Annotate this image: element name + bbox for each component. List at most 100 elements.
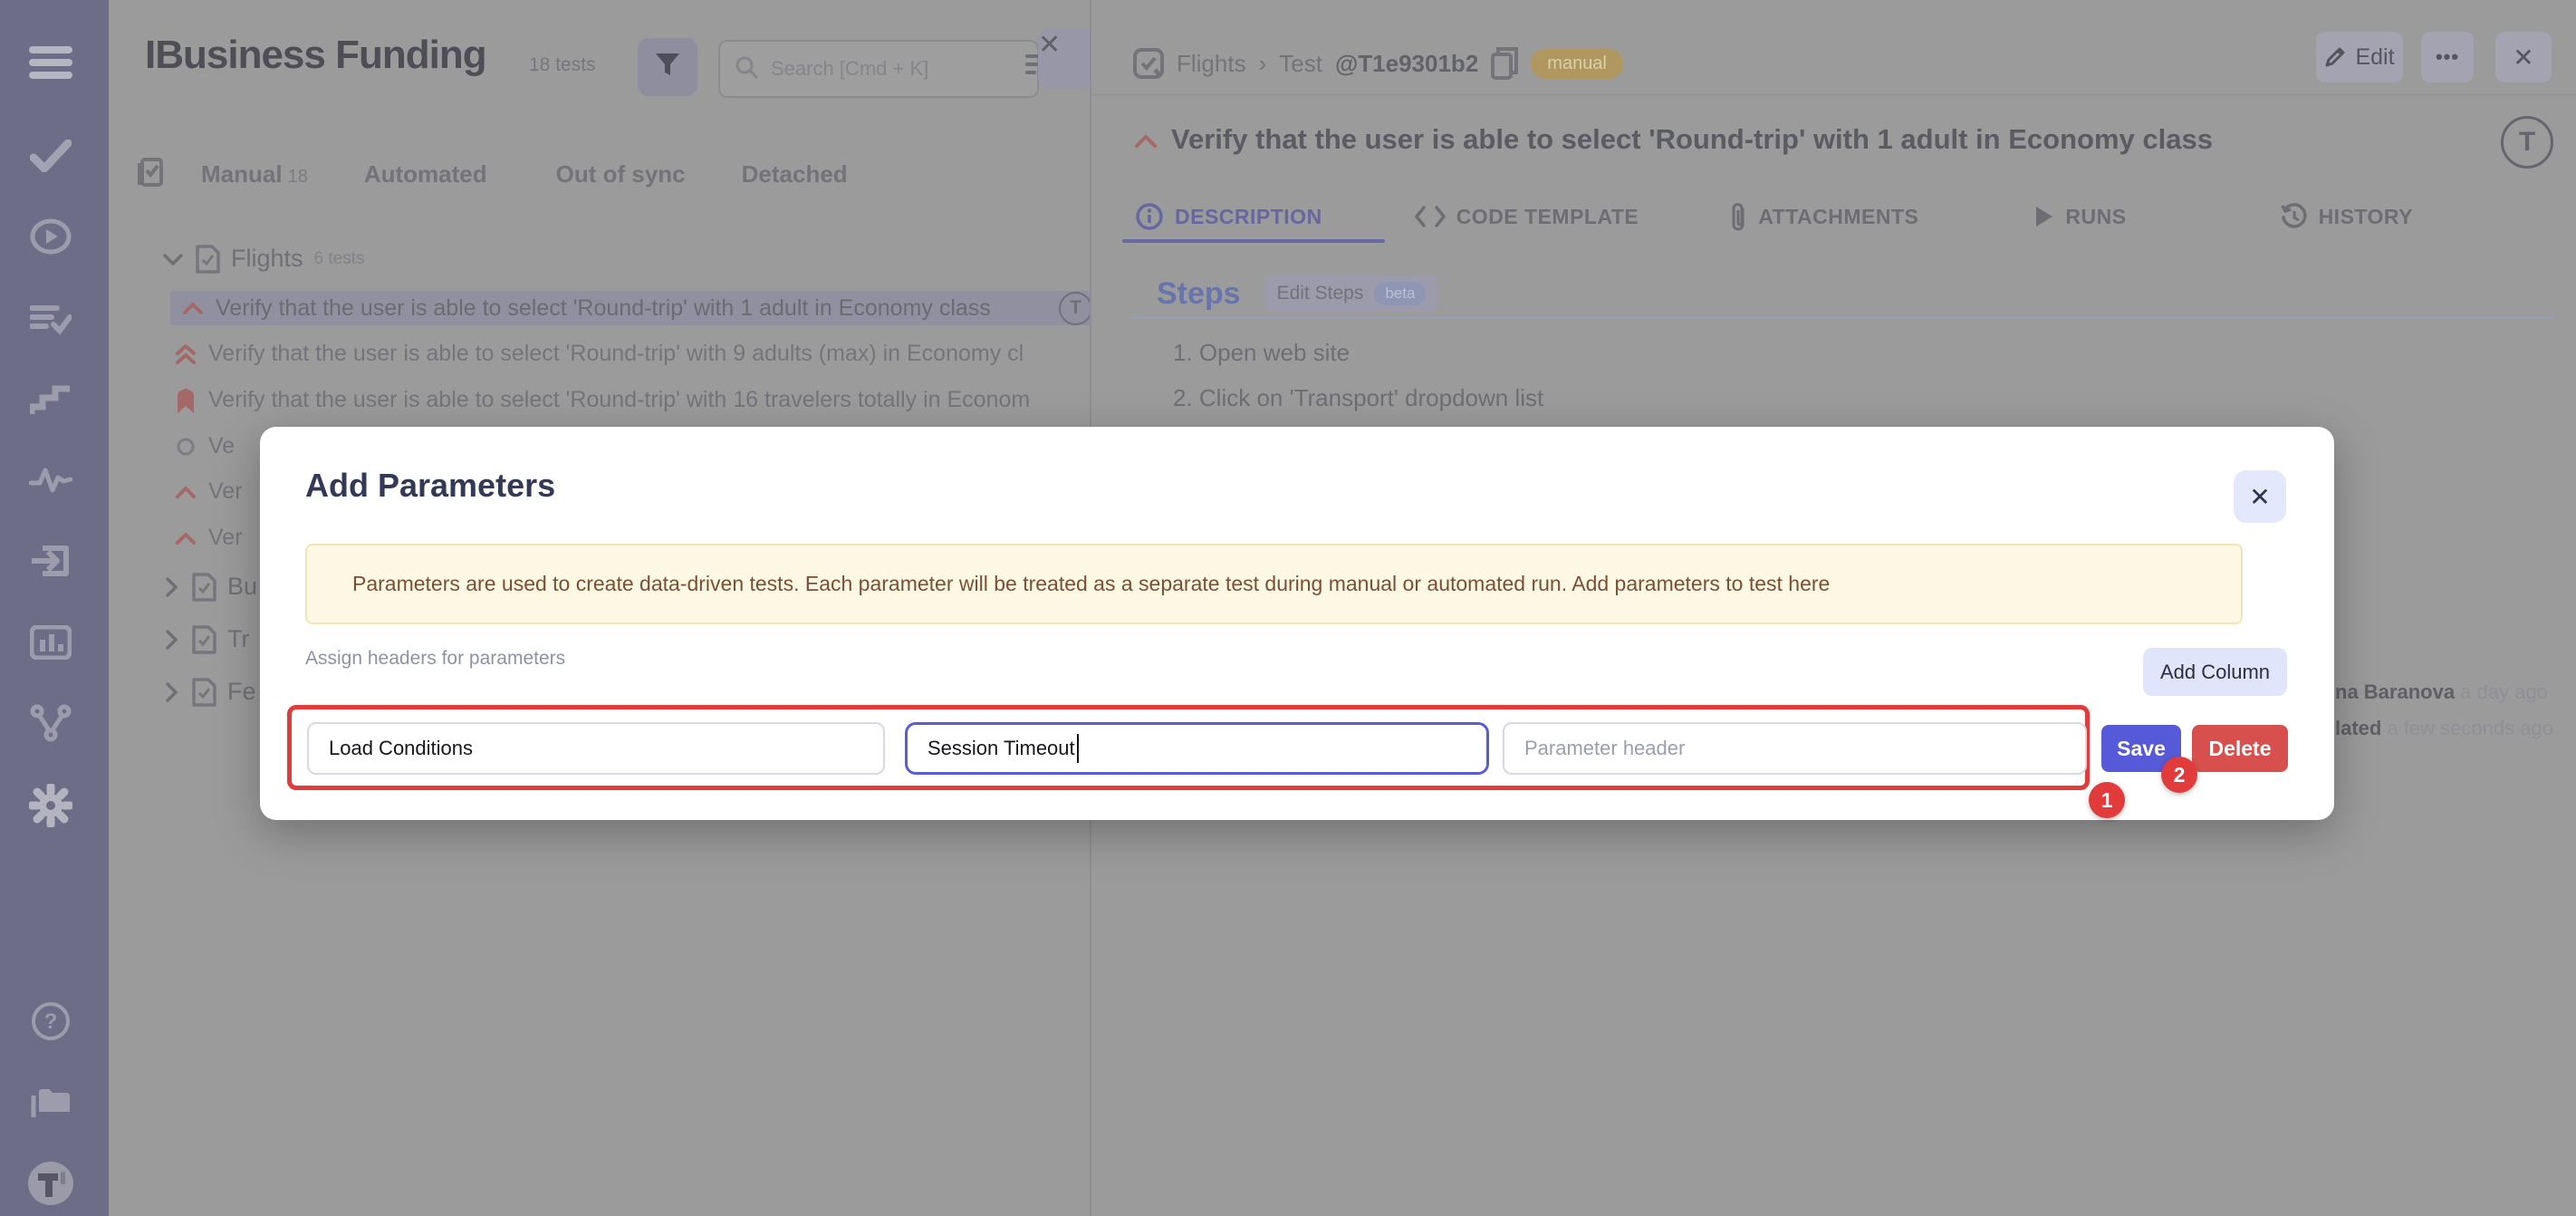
breadcrumb-folder[interactable]: Flights <box>1177 50 1246 78</box>
parameter-header-input-3-wrap <box>1503 722 2087 775</box>
suite-tests-count: 18 tests <box>529 54 596 76</box>
milestones-stairs-icon[interactable] <box>25 374 76 425</box>
tab-out-of-sync[interactable]: Out of sync <box>556 160 686 188</box>
chevron-down-icon[interactable] <box>163 253 183 265</box>
edit-steps-label: Edit Steps <box>1277 283 1364 304</box>
add-column-button[interactable]: Add Column <box>2143 648 2287 696</box>
parameter-header-input-2-focused[interactable]: Session Timeout <box>905 722 1489 775</box>
priority-high-icon <box>1135 134 1157 148</box>
synced-badge-icon[interactable]: T <box>2501 116 2553 169</box>
suite-doc-icon <box>196 245 220 274</box>
clipboard-check-icon <box>134 158 163 190</box>
parameter-header-input-3[interactable] <box>1503 722 2087 775</box>
tab-runs[interactable]: RUNS <box>2034 205 2126 229</box>
active-tab-underline <box>1122 239 1385 243</box>
tab-code-template[interactable]: CODE TEMPLATE <box>1415 205 1639 229</box>
plans-list-check-icon[interactable] <box>25 294 76 344</box>
copy-icon[interactable] <box>1491 47 1518 80</box>
tab-automated[interactable]: Automated <box>364 160 487 188</box>
info-icon <box>1135 202 1164 231</box>
synced-badge-icon: T <box>1059 292 1092 325</box>
breadcrumb-separator: › <box>1259 50 1267 78</box>
detail-tabs: DESCRIPTION CODE TEMPLATE ATTACHMENTS RU… <box>1135 201 2413 232</box>
tab-description[interactable]: DESCRIPTION <box>1135 202 1322 231</box>
projects-folders-icon[interactable] <box>25 1077 76 1128</box>
tree-folder-label: Bu <box>227 573 257 601</box>
edit-button[interactable]: Edit <box>2316 32 2403 82</box>
priority-high-icon <box>172 486 199 498</box>
test-row[interactable]: Verify that the user is able to select '… <box>172 331 1089 377</box>
filter-button[interactable] <box>638 38 697 96</box>
edit-steps-button[interactable]: Edit Steps beta <box>1264 275 1439 312</box>
text-caret <box>1077 734 1079 763</box>
pencil-icon <box>2324 46 2346 68</box>
run-play-icon[interactable] <box>25 211 76 262</box>
meta-author-line: na Baranova a day ago <box>2335 674 2572 710</box>
test-title: Ver <box>208 525 243 551</box>
test-row[interactable]: Verify that the user is able to select '… <box>172 377 1089 423</box>
pulse-activity-icon[interactable] <box>25 455 76 506</box>
search-icon <box>735 55 758 83</box>
assign-headers-label: Assign headers for parameters <box>305 648 565 670</box>
svg-text:?: ? <box>44 1009 58 1034</box>
test-row-selected[interactable]: Verify that the user is able to select '… <box>170 291 1096 325</box>
step-item: 2. Click on 'Transport' dropdown list <box>1173 384 1543 412</box>
suite-doc-icon <box>192 625 216 654</box>
parameter-header-input-1[interactable] <box>307 722 885 775</box>
suite-doc-icon <box>192 573 216 602</box>
suite-doc-icon <box>192 678 216 707</box>
modal-title: Add Parameters <box>305 467 555 505</box>
tree-folder-collapsed[interactable]: Tr <box>165 616 249 662</box>
chevron-right-icon[interactable] <box>165 682 178 702</box>
search-input[interactable] <box>769 56 981 82</box>
test-title: Verify that the user is able to select '… <box>208 387 1030 413</box>
history-icon <box>2281 203 2308 230</box>
paperclip-icon <box>1729 201 1747 232</box>
tree-folder-collapsed[interactable]: Bu <box>165 564 257 610</box>
test-title: Verify that the user is able to select '… <box>208 341 1024 367</box>
tree-folder-flights[interactable]: Flights 6 tests <box>163 236 365 282</box>
tab-detached[interactable]: Detached <box>742 160 848 188</box>
tree-folder-collapsed[interactable]: Fe <box>165 669 256 715</box>
import-box-arrow-icon[interactable] <box>25 536 76 586</box>
priority-high-icon <box>179 302 207 314</box>
more-actions-button[interactable]: ••• <box>2421 32 2474 82</box>
annotation-step-2: 2 <box>2161 757 2197 793</box>
tree-folder-label: Flights <box>231 245 303 273</box>
tab-manual[interactable]: Manual18 <box>201 160 308 188</box>
settings-gear-icon[interactable] <box>25 780 76 831</box>
help-question-icon[interactable]: ? <box>25 996 76 1047</box>
edit-button-label: Edit <box>2355 44 2394 71</box>
circle-outline-icon <box>172 437 199 457</box>
add-parameters-modal: Add Parameters ✕ Parameters are used to … <box>260 427 2334 820</box>
menu-icon[interactable] <box>25 37 76 88</box>
testomat-logo[interactable] <box>25 1158 76 1209</box>
chevron-right-icon[interactable] <box>165 630 178 650</box>
header-divider <box>1091 94 2576 95</box>
parameter-header-input-2-value: Session Timeout <box>928 737 1075 760</box>
analytics-bar-chart-icon[interactable] <box>25 617 76 668</box>
filter-close-button[interactable]: ✕ <box>1038 29 1096 89</box>
test-title: Verify that the user is able to select '… <box>216 295 991 322</box>
test-title: Ver <box>208 478 243 505</box>
tab-history[interactable]: HISTORY <box>2281 203 2413 230</box>
suite-tabs: Manual18 Automated Out of sync Detached <box>134 154 848 194</box>
meta-info: na Baranova a day ago lated a few second… <box>2335 674 2572 747</box>
meta-updated-line: lated a few seconds ago <box>2335 710 2572 747</box>
code-icon <box>1415 206 1446 227</box>
branch-icon[interactable] <box>25 698 76 748</box>
close-detail-button[interactable]: ✕ <box>2495 32 2552 82</box>
parameter-header-input-1-wrap <box>307 722 885 775</box>
tests-check-icon[interactable] <box>25 130 76 181</box>
tab-attachments[interactable]: ATTACHMENTS <box>1729 201 1918 232</box>
test-id: @T1e9301b2 <box>1335 50 1478 78</box>
tree-folder-count: 6 tests <box>314 249 365 269</box>
modal-close-button[interactable]: ✕ <box>2234 470 2286 523</box>
status-badge: manual <box>1531 49 1623 79</box>
chevron-right-icon[interactable] <box>165 577 178 597</box>
tree-folder-label: Tr <box>227 625 249 653</box>
priority-highest-icon <box>172 344 199 364</box>
delete-button[interactable]: Delete <box>2192 725 2288 772</box>
info-banner-text: Parameters are used to create data-drive… <box>352 572 1830 596</box>
tab-label: DESCRIPTION <box>1175 205 1322 229</box>
